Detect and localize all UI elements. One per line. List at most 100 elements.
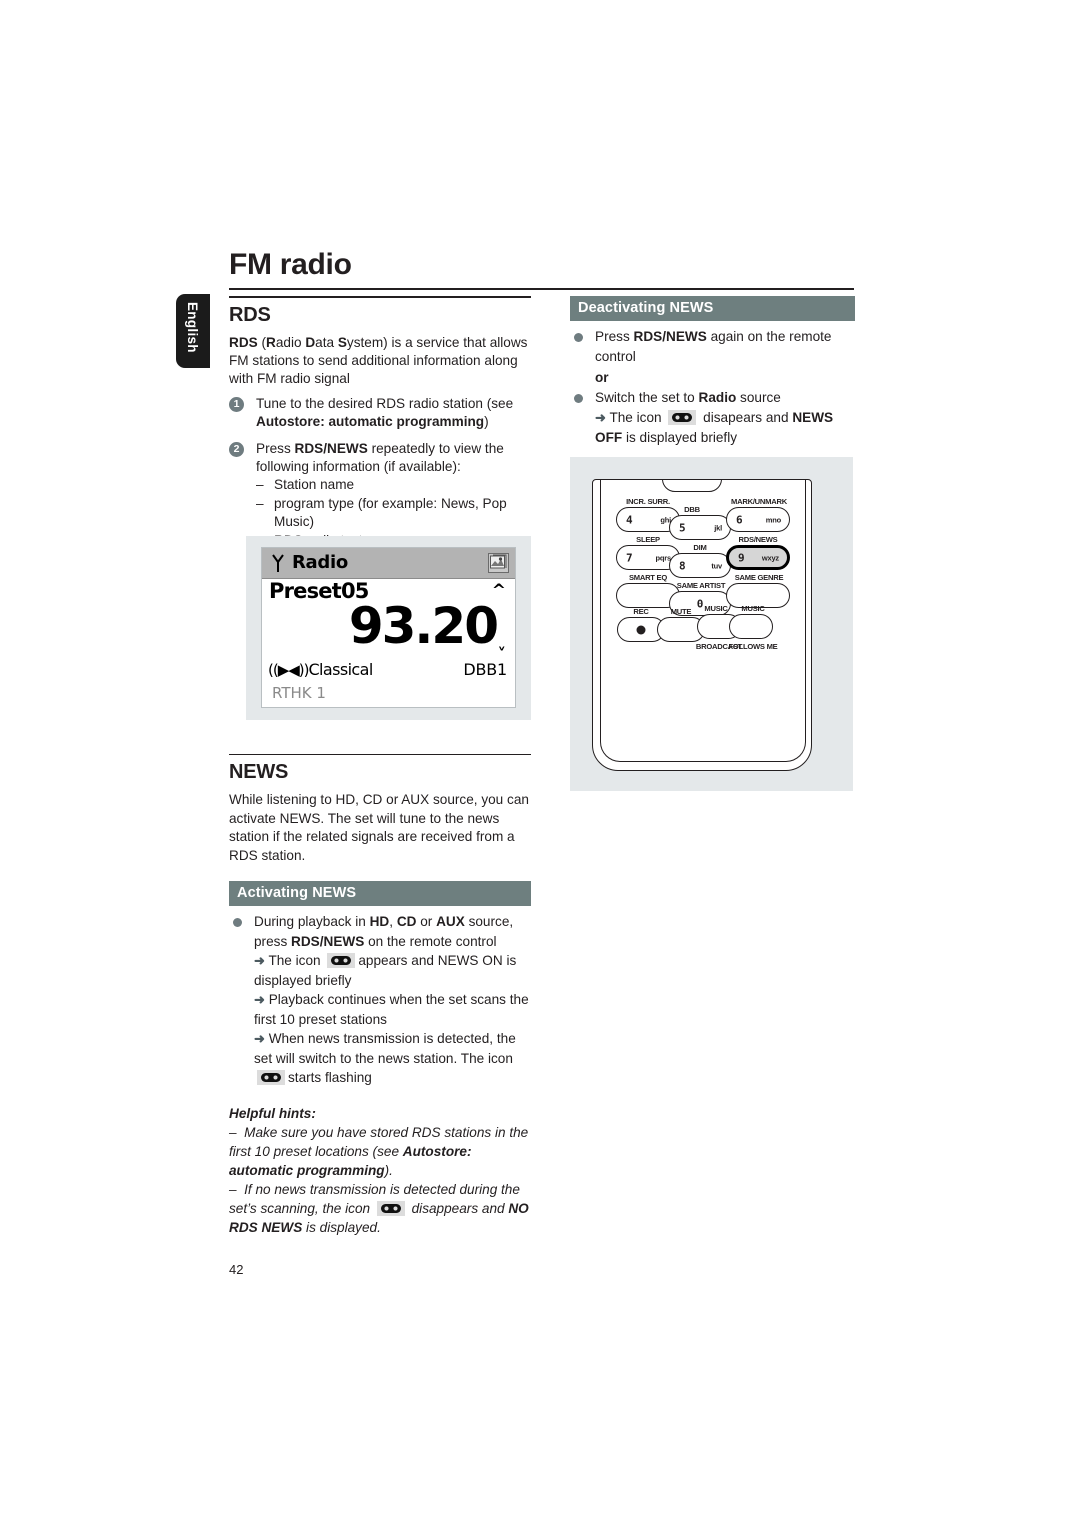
step-text-before: Press	[256, 440, 295, 456]
rds-intro-p4: adio	[275, 334, 306, 350]
news-heading: NEWS	[229, 761, 289, 784]
remote-label-sleep: SLEEP	[636, 535, 660, 544]
left-column: RDS RDS (Radio Data System) is a service…	[229, 296, 531, 1237]
arrow-text-before: The icon	[268, 953, 325, 969]
bullet-b4: RDS/NEWS	[291, 933, 365, 949]
activating-news-bullet: During playback in HD, CD or AUX source,…	[229, 912, 531, 1088]
dash-marker: –	[256, 495, 264, 511]
deact-b2-t2: source	[736, 390, 781, 405]
language-tab-label: English	[185, 302, 200, 353]
remote-letters: tuv	[711, 561, 722, 570]
rds-step-1: 1 Tune to the desired RDS radio station (…	[229, 395, 531, 432]
rds-subitem-label: Station name	[274, 477, 355, 493]
news-icon	[376, 1200, 405, 1216]
activating-arrow-2: ➜ Playback continues when the set scans …	[254, 990, 531, 1029]
bullet-b3: AUX	[436, 914, 465, 930]
page-title: FM radio	[229, 248, 352, 281]
hint1-t2: ).	[384, 1162, 393, 1178]
lcd-scroll-up-icon: ^	[491, 581, 506, 601]
remote-label-same-artist: SAME ARTIST	[676, 581, 726, 590]
remote-label-dim: DIM	[693, 543, 707, 552]
arrow-icon: ➜	[254, 953, 265, 969]
rds-subitem: – Station name	[256, 476, 531, 494]
bullet-t1: During playback in	[254, 914, 370, 930]
lcd-source-label: Radio	[292, 552, 348, 573]
news-icon	[327, 953, 356, 969]
remote-digit: 6	[736, 513, 743, 526]
lcd-scroll-down-icon: ˅	[497, 645, 507, 665]
deact-b1-b1: RDS/NEWS	[633, 329, 707, 344]
title-divider	[229, 288, 854, 290]
activating-arrow-1: ➜ The icon appears and NEWS ON is displa…	[254, 951, 531, 990]
remote-button-9-rds-news[interactable]: 9 wxyz	[726, 545, 790, 570]
remote-digit: 8	[679, 559, 686, 572]
remote-digit: 4	[626, 513, 633, 526]
deact-b2-t1: Switch the set to	[595, 390, 699, 405]
deact-arrow-t2: disapears and	[699, 410, 793, 425]
rds-intro-p6: ata	[315, 334, 338, 350]
remote-letters: jkl	[714, 523, 722, 532]
remote-digit: 9	[738, 551, 745, 564]
rds-section-divider	[229, 296, 531, 298]
remote-label-same-genre: SAME GENRE	[734, 573, 784, 582]
step-text-bold: RDS/NEWS	[294, 440, 368, 456]
dash-marker: –	[229, 1181, 245, 1197]
step-text-bold: Autostore: automatic programming	[256, 414, 485, 430]
arrow-text-before: When news transmission is detected, the …	[254, 1031, 516, 1066]
remote-letters: wxyz	[761, 553, 779, 562]
remote-digit: 7	[626, 551, 633, 564]
arrow-text-after: starts flashing	[288, 1070, 372, 1086]
remote-button-5: 5 jkl	[669, 515, 731, 540]
bullet-b1: HD	[369, 914, 390, 930]
helpful-hint-1: – Make sure you have stored RDS stations…	[229, 1123, 531, 1180]
news-icon	[257, 1070, 285, 1086]
language-tab: English	[176, 294, 210, 368]
bullet-dot	[574, 333, 583, 342]
rds-subitem-label: program type (for example: News, Pop Mus…	[274, 495, 507, 530]
activating-arrow-3: ➜ When news transmission is detected, th…	[254, 1029, 531, 1088]
hint2-t2: disappears and	[407, 1200, 509, 1216]
remote-digit: 5	[679, 521, 686, 534]
deactivating-or: or	[595, 370, 609, 385]
remote-button-6: 6 mno	[726, 507, 790, 532]
hint1-t1: Make sure you have stored RDS stations i…	[229, 1124, 529, 1159]
arrow-icon: ➜	[254, 992, 265, 1008]
arrow-icon: ➜	[595, 410, 606, 425]
lcd-info-row: ((▶◀)) Classical DBB1	[268, 660, 507, 679]
lcd-screen: Radio Preset05 ^ 93.20 ˅ ((▶◀)) Classical…	[261, 547, 516, 708]
deactivating-arrow: ➜ The icon disapears and NEWS OFF is dis…	[595, 408, 855, 447]
rds-subitem: – program type (for example: News, Pop Mu…	[256, 495, 531, 532]
manual-page: FM radio English RDS RDS (Radio Data Sys…	[0, 0, 1080, 1528]
remote-control-figure: INCR. SURR. 4 ghi DBB 5 jkl MARK/UNMARK …	[570, 457, 853, 791]
deactivating-news-header: Deactivating NEWS	[570, 296, 855, 321]
deact-arrow-t3: is displayed briefly	[622, 429, 738, 445]
rds-intro-d: D	[305, 334, 316, 350]
lcd-frequency: 93.20	[348, 597, 499, 655]
lcd-display-figure: Radio Preset05 ^ 93.20 ˅ ((▶◀)) Classical…	[246, 536, 531, 720]
lcd-dbb-indicator: DBB1	[463, 660, 507, 679]
remote-label-mark-unmark: MARK/UNMARK	[731, 497, 787, 506]
deactivating-bullet-2: Switch the set to Radio source ➜ The ico…	[570, 388, 855, 447]
rds-intro-r: R	[266, 334, 276, 350]
rds-intro-rds: RDS	[229, 334, 258, 350]
bullet-t2: ,	[389, 914, 397, 930]
speaker-icon: ((▶◀))	[268, 661, 309, 679]
bullet-b2: CD	[396, 914, 417, 930]
rds-step-2: 2 Press RDS/NEWS repeatedly to view the f…	[229, 440, 531, 550]
bullet-dot	[574, 394, 583, 403]
bullet-dot	[233, 918, 242, 928]
record-dot-icon	[636, 625, 646, 634]
lcd-program-type: Classical	[308, 660, 373, 679]
lcd-station-name: RTHK 1	[272, 684, 326, 702]
helpful-hint-2: – If no news transmission is detected du…	[229, 1180, 531, 1237]
dash-marker: –	[256, 477, 264, 493]
deactivating-bullet-1: Press RDS/NEWS again on the remote contr…	[570, 327, 855, 367]
remote-label-dbb: DBB	[684, 505, 700, 514]
remote-letters: mno	[765, 515, 781, 524]
deact-b2-b1: Radio	[698, 390, 737, 405]
step-number: 1	[229, 396, 244, 412]
hint2-t3: is displayed.	[302, 1219, 381, 1235]
step-number: 2	[229, 441, 244, 457]
remote-button-partial-top	[662, 480, 722, 492]
